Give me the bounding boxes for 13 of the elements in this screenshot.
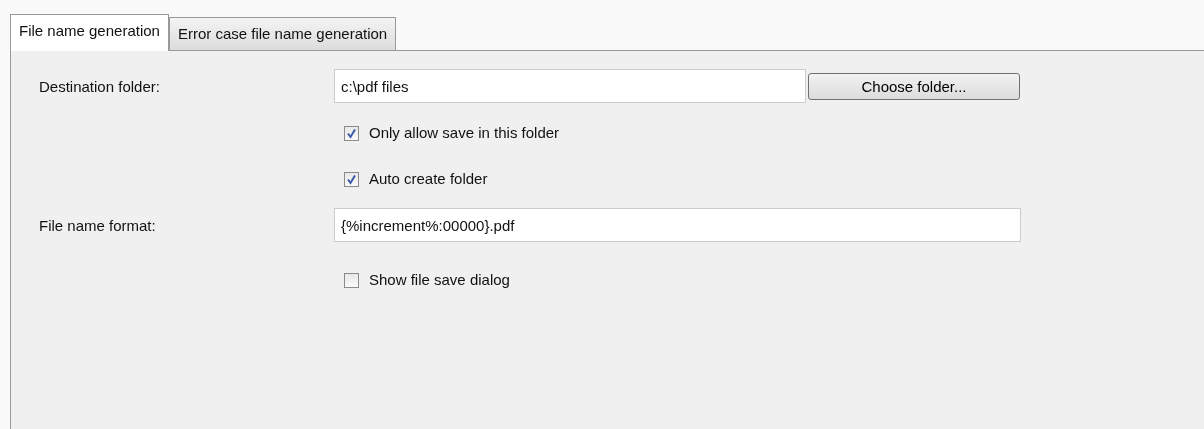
input-field[interactable]: c:\pdf files <box>334 69 806 103</box>
checkbox[interactable] <box>344 125 359 141</box>
input-field[interactable]: {%increment%:00000}.pdf <box>334 208 1021 242</box>
checkbox[interactable] <box>344 171 359 187</box>
checkbox-label: Show file save dialog <box>369 270 510 290</box>
checkbox[interactable] <box>344 272 359 288</box>
checkbox-label: Only allow save in this folder <box>369 123 560 143</box>
field-label: File name format: <box>39 216 157 234</box>
checkbox-label: Auto create folder <box>369 169 488 189</box>
choose-folder-button[interactable]: Choose folder... <box>808 72 1020 100</box>
tab[interactable]: Error case file name generation <box>168 17 397 50</box>
field-label: Destination folder: <box>39 77 161 95</box>
tab[interactable]: File name generation <box>10 14 169 51</box>
